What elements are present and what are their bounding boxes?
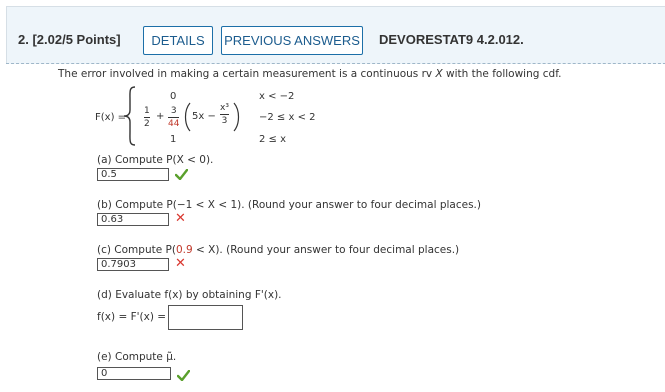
question-points-label: 2. [2.02/5 Points]	[18, 32, 121, 47]
previous-answers-button[interactable]: PREVIOUS ANSWERS	[221, 26, 363, 55]
left-brace-icon	[123, 86, 136, 146]
fraction-cube: x³ 3	[220, 103, 229, 126]
cdf-row1-condition: x < −2	[259, 91, 295, 102]
fraction-coefficient: 3 44	[168, 106, 180, 129]
fraction-numerator: 3	[170, 106, 177, 116]
header-divider	[6, 63, 665, 64]
part-c-answer-field[interactable]: 0.7903	[97, 258, 169, 271]
fraction-numerator: x³	[220, 103, 229, 113]
intro-variable: X	[435, 68, 443, 80]
fraction-one-half: 12	[144, 106, 150, 129]
fraction-numerator: 1	[144, 106, 150, 116]
question-intro: The error involved in making a certain m…	[58, 68, 561, 80]
cdf-row2-condition: −2 ≤ x < 2	[259, 112, 316, 123]
part-b-answer-field[interactable]: 0.63	[97, 213, 169, 226]
part-d-answer-field[interactable]	[168, 305, 243, 330]
x-icon: ✕	[175, 211, 186, 226]
check-icon	[177, 370, 190, 381]
part-e-answer-field[interactable]: 0	[97, 367, 171, 380]
cdf-label: F(x) =	[95, 112, 127, 123]
part-b-prompt: (b) Compute P(−1 < X < 1). (Round your a…	[97, 199, 481, 211]
part-a-prompt: (a) Compute P(X < 0).	[97, 154, 214, 166]
part-d-prompt: (d) Evaluate f(x) by obtaining F'(x).	[97, 289, 282, 301]
open-paren-icon	[184, 102, 191, 132]
part-c-highlight-value: 0.9	[175, 244, 193, 256]
fraction-denominator: 44	[168, 119, 180, 129]
part-c-prompt-text: (c) Compute P(	[97, 244, 176, 256]
fraction-denominator: 3	[221, 116, 228, 126]
intro-text-end: with the following cdf.	[442, 68, 562, 80]
intro-text: The error involved in making a certain m…	[58, 68, 436, 80]
inner-expression: 5x −	[192, 111, 216, 122]
cdf-row1-value: 0	[170, 91, 177, 102]
close-paren-icon	[233, 102, 240, 132]
plus-sign: +	[156, 111, 165, 122]
part-d-equation: f(x) = F'(x) =	[97, 311, 167, 323]
cdf-row3-value: 1	[170, 134, 177, 145]
check-icon	[175, 169, 188, 180]
x-icon: ✕	[175, 256, 186, 271]
cdf-row3-condition: 2 ≤ x	[259, 134, 287, 145]
fraction-denominator: 2	[144, 119, 150, 129]
part-a-answer-field[interactable]: 0.5	[97, 168, 169, 181]
details-button[interactable]: DETAILS	[143, 26, 213, 55]
question-source-code: DEVORESTAT9 4.2.012.	[379, 32, 524, 47]
part-c-prompt: (c) Compute P(0.9 < X). (Round your answ…	[97, 244, 459, 256]
part-e-prompt: (e) Compute μ̃.	[97, 351, 177, 363]
part-c-prompt-text-end: < X). (Round your answer to four decimal…	[192, 244, 460, 256]
